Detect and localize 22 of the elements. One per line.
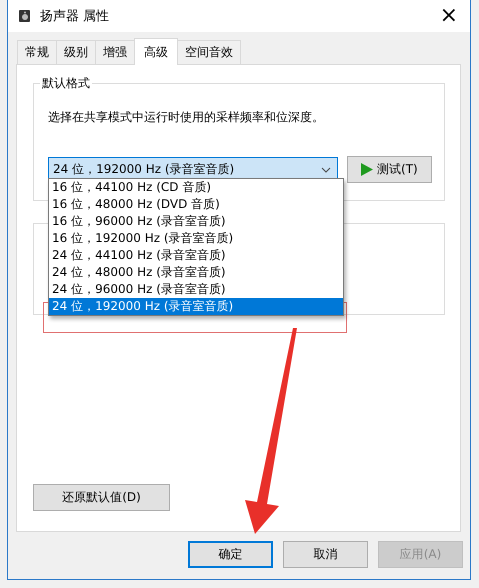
group-title: 默认格式 <box>40 75 92 92</box>
tab[interactable]: 高级 <box>134 38 178 65</box>
window-title: 扬声器 属性 <box>40 8 110 25</box>
restore-defaults-button[interactable]: 还原默认值(D) <box>33 484 170 511</box>
dialog-button[interactable]: 确定 <box>188 541 273 568</box>
dropdown-option[interactable]: 24 位，96000 Hz (录音室音质) <box>49 281 343 298</box>
chevron-down-icon <box>320 166 331 172</box>
dropdown-option[interactable]: 24 位，44100 Hz (录音室音质) <box>49 247 343 264</box>
test-button[interactable]: 测试(T) <box>346 156 432 183</box>
description-text: 选择在共享模式中运行时使用的采样频率和位深度。 <box>48 109 325 126</box>
play-icon <box>361 163 374 176</box>
dropdown-option[interactable]: 16 位，44100 Hz (CD 音质) <box>49 179 343 196</box>
tab[interactable]: 空间音效 <box>177 40 241 64</box>
tab[interactable]: 常规 <box>17 40 57 64</box>
dropdown-option[interactable]: 16 位，192000 Hz (录音室音质) <box>49 230 343 247</box>
dropdown-option[interactable]: 16 位，48000 Hz (DVD 音质) <box>49 196 343 213</box>
close-button[interactable]: × <box>428 5 470 27</box>
dropdown-option[interactable]: 24 位，48000 Hz (录音室音质) <box>49 264 343 281</box>
speaker-icon <box>18 9 32 23</box>
dialog-button[interactable]: 取消 <box>283 541 368 568</box>
dropdown-option[interactable]: 24 位，192000 Hz (录音室音质) <box>49 298 343 315</box>
dropdown-option[interactable]: 16 位，96000 Hz (录音室音质) <box>49 213 343 230</box>
